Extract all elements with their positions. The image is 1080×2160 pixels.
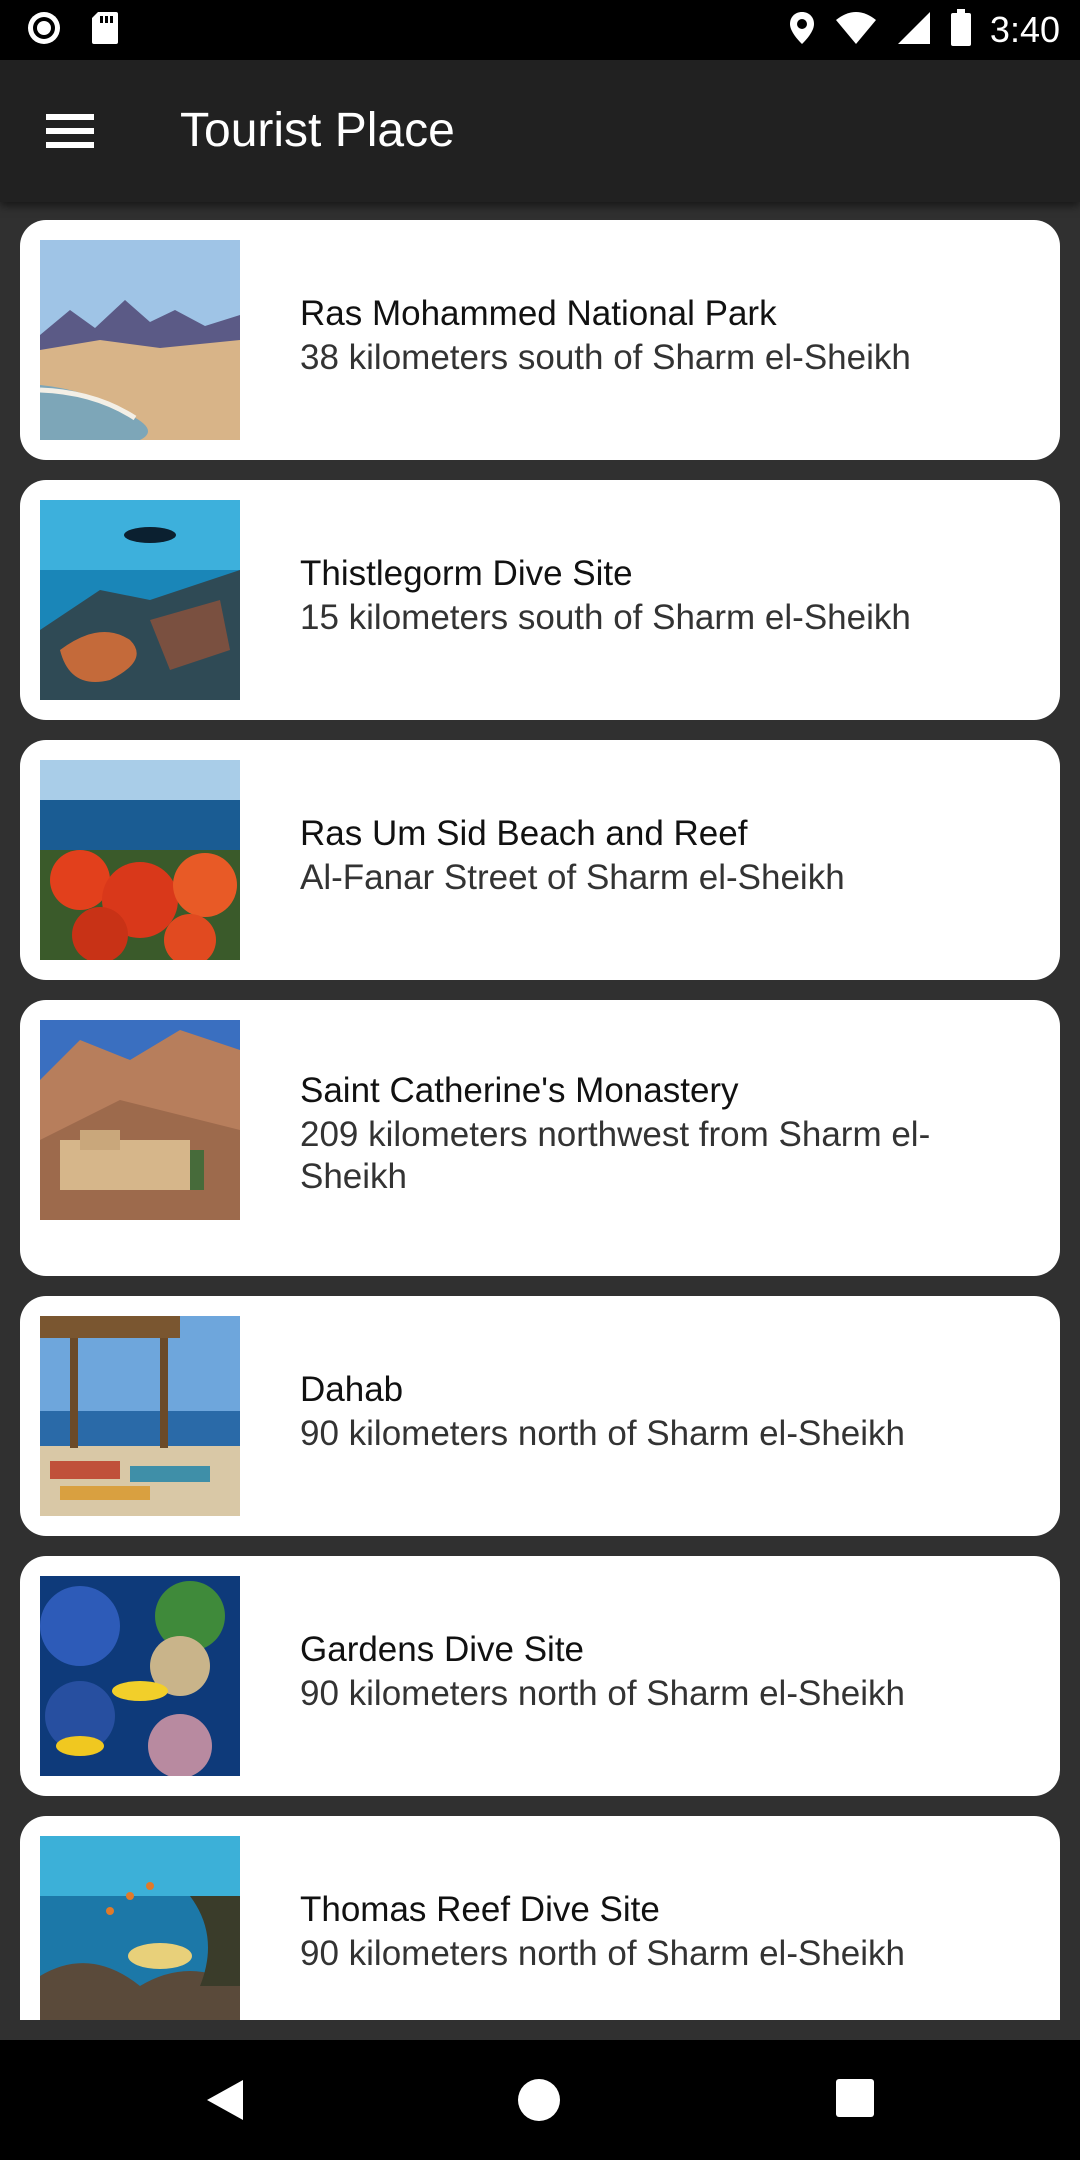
place-thumbnail-beach-flowers — [40, 760, 240, 960]
place-name: Saint Catherine's Monastery — [300, 1071, 739, 1110]
page-title: Tourist Place — [180, 104, 455, 157]
place-location: 90 kilometers north of Sharm el-Sheikh — [300, 1414, 905, 1453]
place-name: Dahab — [300, 1370, 404, 1409]
sd-card-icon — [90, 10, 120, 51]
place-location: 209 kilometers northwest from Sharm el-S… — [300, 1115, 931, 1196]
place-name: Ras Um Sid Beach and Reef — [300, 814, 748, 853]
place-name: Thomas Reef Dive Site — [300, 1890, 660, 1929]
battery-icon — [950, 8, 972, 52]
place-thumbnail-monastery — [40, 1020, 240, 1220]
place-name: Thistlegorm Dive Site — [300, 554, 633, 593]
app-bar: Tourist Place — [0, 60, 1080, 202]
home-circle-icon[interactable] — [518, 2079, 560, 2121]
wifi-icon — [834, 10, 878, 51]
back-triangle-icon[interactable] — [205, 2078, 245, 2127]
place-card[interactable]: Gardens Dive Site 90 kilometers north of… — [20, 1556, 1060, 1796]
place-thumbnail-coral-reef — [40, 1576, 240, 1776]
place-card[interactable]: Thomas Reef Dive Site 90 kilometers nort… — [20, 1816, 1060, 2020]
place-card[interactable]: Ras Um Sid Beach and Reef Al-Fanar Stree… — [20, 740, 1060, 980]
place-card[interactable]: Ras Mohammed National Park 38 kilometers… — [20, 220, 1060, 460]
place-card[interactable]: Thistlegorm Dive Site 15 kilometers sout… — [20, 480, 1060, 720]
navigation-bar — [0, 2040, 1080, 2160]
location-icon — [788, 10, 816, 51]
place-name: Ras Mohammed National Park — [300, 294, 777, 333]
hamburger-menu-icon[interactable] — [34, 102, 106, 160]
place-card[interactable]: Saint Catherine's Monastery 209 kilomete… — [20, 1000, 1060, 1276]
recents-square-icon[interactable] — [836, 2079, 874, 2117]
place-card[interactable]: Dahab 90 kilometers north of Sharm el-Sh… — [20, 1296, 1060, 1536]
place-thumbnail-reef-fish — [40, 1836, 240, 2020]
place-thumbnail-shipwreck — [40, 500, 240, 700]
place-thumbnail-desert-coast — [40, 240, 240, 440]
record-icon — [26, 10, 62, 51]
place-location: Al-Fanar Street of Sharm el-Sheikh — [300, 858, 845, 897]
place-name: Gardens Dive Site — [300, 1630, 585, 1669]
clock: 3:40 — [989, 9, 1060, 50]
place-location: 90 kilometers north of Sharm el-Sheikh — [300, 1934, 905, 1973]
places-list[interactable]: Ras Mohammed National Park 38 kilometers… — [0, 202, 1080, 2020]
place-location: 90 kilometers north of Sharm el-Sheikh — [300, 1674, 905, 1713]
cell-signal-icon — [896, 10, 932, 51]
status-bar: 3:40 — [0, 0, 1080, 60]
place-thumbnail-beach-cabana — [40, 1316, 240, 1516]
place-location: 38 kilometers south of Sharm el-Sheikh — [300, 338, 911, 377]
place-location: 15 kilometers south of Sharm el-Sheikh — [300, 598, 911, 637]
